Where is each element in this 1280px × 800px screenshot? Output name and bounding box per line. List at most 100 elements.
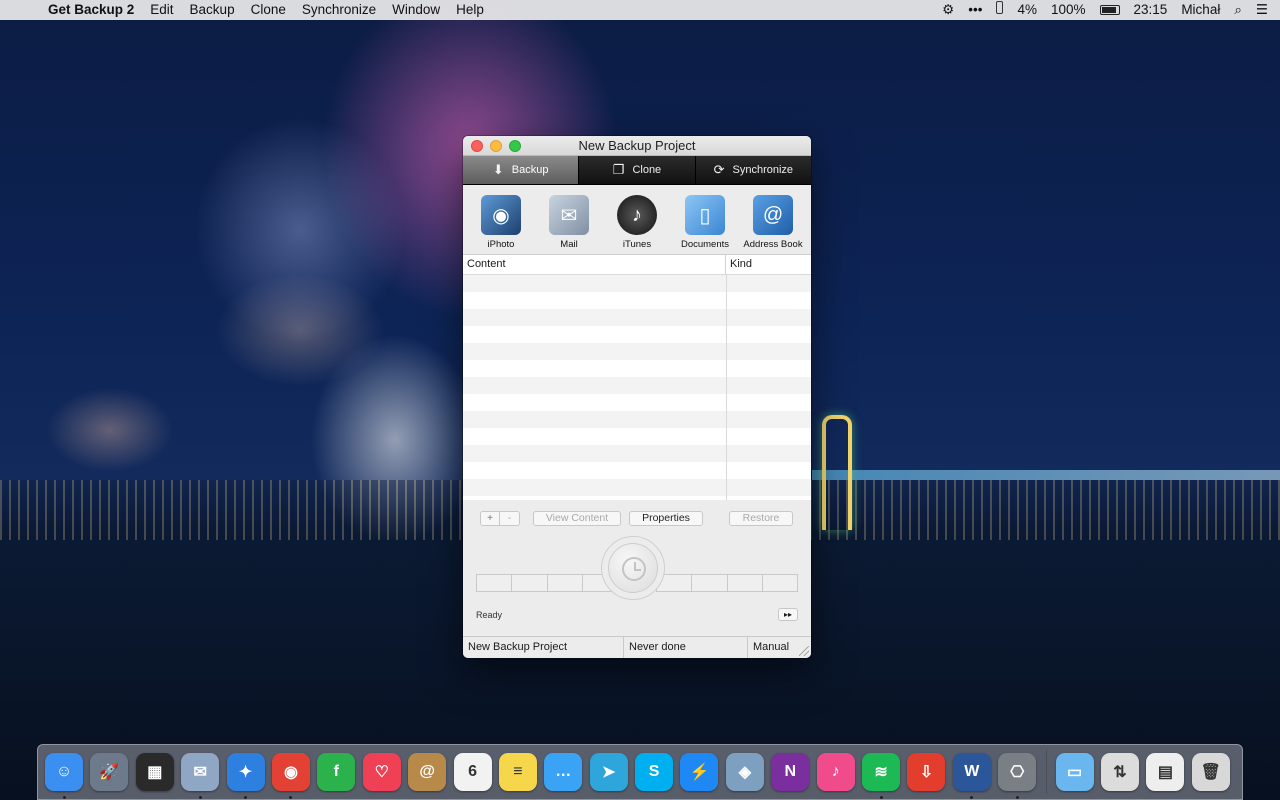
properties-button[interactable]: Properties [629,510,703,526]
remove-button[interactable]: - [500,510,520,526]
table-row [463,428,811,445]
source-itunes-label: iTunes [622,239,652,250]
download-icon: ⬇ [492,162,504,177]
notification-center-icon[interactable]: ☰ [1256,0,1268,20]
tab-backup-label: Backup [511,164,549,176]
dock-notes-icon[interactable]: ≡ [498,753,537,791]
dock-telegram-icon[interactable]: ➤ [589,753,628,791]
dock-pdf-app-icon[interactable]: ⇩ [907,753,946,791]
clock-icon [608,543,658,593]
add-button[interactable]: + [480,510,500,526]
mail-stamp-icon: ✉ [549,195,589,235]
gear-icon[interactable]: ⚙ [942,0,954,20]
column-header-kind[interactable]: Kind [726,255,811,274]
spotlight-icon[interactable]: ⌕ [1234,0,1242,20]
source-itunes[interactable]: ♪ iTunes [603,195,671,250]
tab-synchronize[interactable]: ⟳ Synchronize [696,156,811,184]
dock-messages-icon[interactable]: … [544,753,583,791]
bridge [812,470,1280,480]
dock-pocket-icon[interactable]: ♡ [362,753,401,791]
window-titlebar[interactable]: New Backup Project [463,136,811,156]
dock-mission-control-icon[interactable]: ▦ [135,753,174,791]
source-address-book[interactable]: @ Address Book [739,195,807,250]
dock-trash-icon[interactable]: 🗑 [1191,753,1230,791]
address-book-icon: @ [753,195,793,235]
music-note-icon: ♪ [617,195,657,235]
menu-app-name[interactable]: Get Backup 2 [48,0,142,20]
clone-icon: ❐ [612,162,625,177]
table-row [463,394,811,411]
dock-word-icon[interactable]: W [952,753,991,799]
source-toolbar: ◉ iPhoto ✉ Mail ♪ iTunes ▯ Documents @ A… [463,185,811,254]
phone-battery-icon[interactable] [996,0,1004,20]
dock-onenote-icon[interactable]: N [771,753,810,791]
zoom-window-button[interactable] [509,140,521,152]
view-content-button[interactable]: View Content [533,510,621,526]
controls-panel: + - View Content Properties Restore Read… [463,500,811,637]
last-backup: Never done [624,637,748,658]
dock-spotify-icon[interactable]: ≋ [862,753,901,799]
column-header-content[interactable]: Content [463,255,726,274]
table-row [463,445,811,462]
dock-messenger-icon[interactable]: ⚡ [680,753,719,791]
dock-preview-icon[interactable]: ◈ [725,753,764,791]
dock-itunes-icon[interactable]: ♪ [816,753,855,791]
dock-mail-icon[interactable]: ✉ [181,753,220,799]
start-backup-button[interactable] [601,536,665,600]
dock-safari-icon[interactable]: ✦ [226,753,265,799]
tab-clone[interactable]: ❐ Clone [579,156,696,184]
resize-grip-icon[interactable] [799,646,809,656]
project-name: New Backup Project [463,637,624,658]
table-row [463,275,811,292]
table-row [463,309,811,326]
dock-feedly-icon[interactable]: f [317,753,356,791]
table-row [463,377,811,394]
table-header: Content Kind [463,255,811,275]
battery-icon[interactable] [1099,0,1120,20]
source-documents[interactable]: ▯ Documents [671,195,739,250]
dock-document-stack-icon[interactable]: ▤ [1146,753,1185,791]
menu-backup[interactable]: Backup [182,0,243,20]
dock-calendar-icon[interactable]: 6 [453,753,492,791]
clock[interactable]: 23:15 [1134,0,1168,20]
dock-folder-stack-icon[interactable]: ▭ [1055,753,1094,791]
minimize-window-button[interactable] [490,140,502,152]
restore-button[interactable]: Restore [729,510,793,526]
bridge-tower [822,415,852,530]
table-body[interactable] [463,275,811,500]
status-text: Ready [476,609,503,620]
dock-get-backup-icon[interactable]: ⎔ [998,753,1037,799]
more-icon[interactable]: ••• [968,0,982,20]
phone-battery-percent: 4% [1017,2,1037,17]
source-mail[interactable]: ✉ Mail [535,195,603,250]
dock-contacts-icon[interactable]: @ [408,753,447,791]
column-divider [726,275,727,500]
menu-edit[interactable]: Edit [142,0,181,20]
dock-finder-icon[interactable]: ☺ [45,753,83,799]
progress-bar-right [656,574,798,592]
source-mail-label: Mail [560,239,578,250]
backup-window: New Backup Project ⬇ Backup ❐ Clone ⟳ Sy… [463,136,811,658]
dock-launchpad-icon[interactable]: 🚀 [90,753,129,791]
table-row [463,326,811,343]
fast-forward-button[interactable]: ▸▸ [778,608,798,621]
sync-icon: ⟳ [713,162,725,177]
menu-synchronize[interactable]: Synchronize [294,0,384,20]
close-window-button[interactable] [471,140,483,152]
tab-clone-label: Clone [632,164,662,176]
dock-skype-icon[interactable]: S [635,753,674,791]
menu-help[interactable]: Help [448,0,492,20]
source-iphoto[interactable]: ◉ iPhoto [467,195,535,250]
source-address-book-label: Address Book [743,239,803,250]
menu-window[interactable]: Window [384,0,448,20]
table-row [463,292,811,309]
dock-elevator-stack-icon[interactable]: ⇅ [1100,753,1139,791]
table-row [463,462,811,479]
content-table[interactable]: Content Kind [463,254,811,500]
user-name[interactable]: Michał [1181,0,1220,20]
battery-percent[interactable]: 100% [1051,0,1086,20]
tab-backup[interactable]: ⬇ Backup [463,156,580,184]
dock-chrome-icon[interactable]: ◉ [271,753,310,799]
menu-clone[interactable]: Clone [243,0,294,20]
documents-folder-icon: ▯ [685,195,725,235]
